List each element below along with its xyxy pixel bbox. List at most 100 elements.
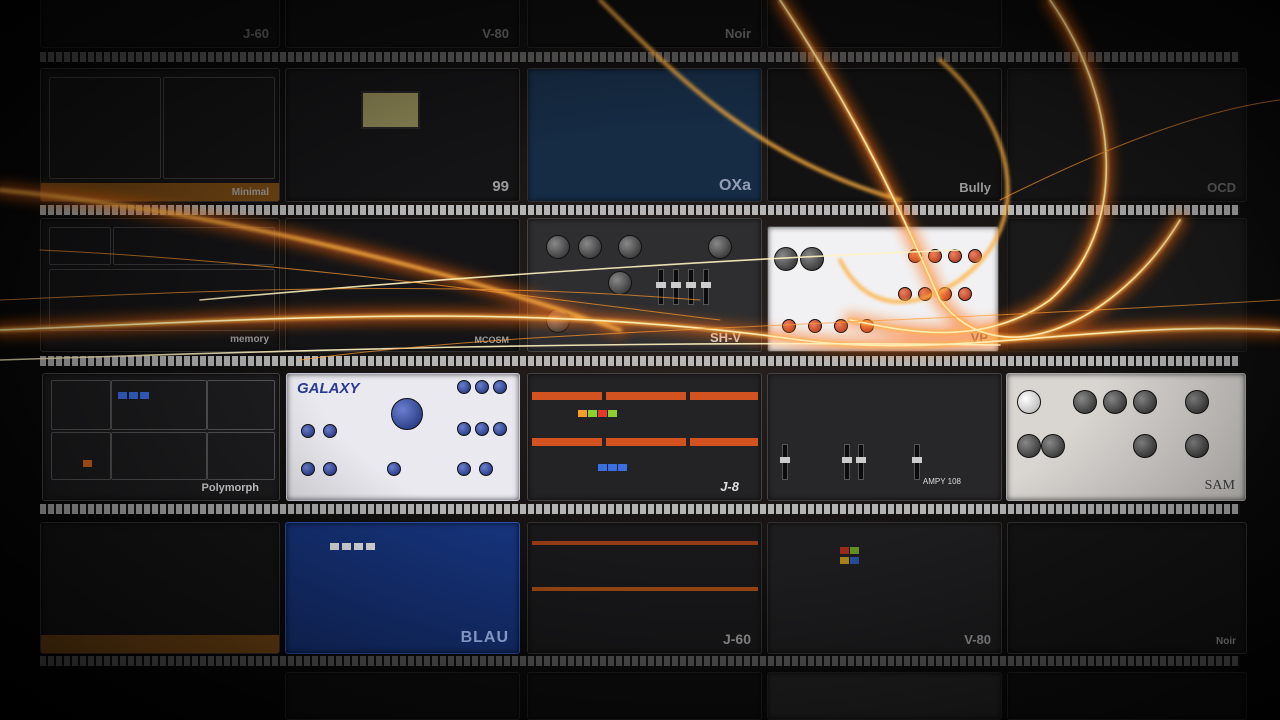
section-header [606,438,686,446]
fader[interactable] [671,269,681,305]
knob[interactable] [1103,390,1127,414]
synth-name-label: OXa [718,177,751,194]
knob[interactable] [493,380,507,394]
led-button[interactable] [129,392,138,399]
synth-panel-oxa: OXa [527,68,762,202]
knob[interactable] [834,319,848,333]
knob[interactable] [808,319,822,333]
led-button[interactable] [608,410,617,417]
fader[interactable] [842,444,852,480]
knob[interactable] [618,235,642,259]
knob[interactable] [323,462,337,476]
fader[interactable] [701,269,711,305]
knob[interactable] [391,398,423,430]
knob[interactable] [457,462,471,476]
led-button[interactable] [608,464,617,471]
synth-panel-memorymoog: memory [40,218,280,352]
knob[interactable] [1041,434,1065,458]
section-header [690,392,758,400]
knob[interactable] [323,424,337,438]
knob[interactable] [457,422,471,436]
knob[interactable] [898,287,912,301]
led-button[interactable] [840,547,849,554]
led-button[interactable] [618,464,627,471]
synth-panel-bottom-3 [767,672,1002,720]
synth-name-label: J-60 [722,631,751,647]
knob[interactable] [475,422,489,436]
knob[interactable] [1185,390,1209,414]
fader[interactable] [686,269,696,305]
knob[interactable] [958,287,972,301]
keyboard-strip [40,205,1240,215]
knob[interactable] [908,249,922,263]
synth-name-label: 99 [492,178,509,195]
synth-panel-ampy: AMPY 108 [767,373,1002,501]
knob[interactable] [918,287,932,301]
knob[interactable] [493,422,507,436]
led-button[interactable] [850,557,859,564]
led-button[interactable] [118,392,127,399]
knob[interactable] [1073,390,1097,414]
knob[interactable] [782,319,796,333]
synth-panel-top-4 [767,0,1002,48]
knob[interactable] [578,235,602,259]
synth-panel-minimal: Minimal [40,68,280,202]
knob[interactable] [1017,390,1041,414]
control-section [207,380,275,430]
knob[interactable] [708,235,732,259]
led-button[interactable] [840,557,849,564]
keyboard-strip [40,52,1240,62]
knob[interactable] [928,249,942,263]
knob[interactable] [608,271,632,295]
knob[interactable] [800,247,824,271]
synth-panel-v80: V-80 [767,522,1002,654]
knob[interactable] [457,380,471,394]
synth-name-label: VP [970,330,988,345]
control-section [207,432,275,480]
knob[interactable] [1133,390,1157,414]
synth-name-label: Minimal [231,187,269,198]
led-button[interactable] [578,410,587,417]
knob[interactable] [1017,434,1041,458]
knob[interactable] [387,462,401,476]
led-button[interactable] [342,543,351,550]
knob[interactable] [546,235,570,259]
knob[interactable] [301,424,315,438]
led-button[interactable] [330,543,339,550]
knob[interactable] [546,309,570,333]
knob[interactable] [1185,434,1209,458]
led-button[interactable] [366,543,375,550]
led-button[interactable] [83,460,92,467]
knob[interactable] [968,249,982,263]
section-header [532,541,758,545]
knob[interactable] [948,249,962,263]
knob[interactable] [475,380,489,394]
led-button[interactable] [598,410,607,417]
knob[interactable] [479,462,493,476]
synth-panel-bottom-4 [1007,672,1247,720]
knob[interactable] [860,319,874,333]
fader[interactable] [912,444,922,480]
led-button[interactable] [140,392,149,399]
synth-panel-polymorph: Polymorph [42,373,280,501]
synth-panel-blau: BLAU [285,522,520,654]
led-button[interactable] [598,464,607,471]
synth-panel-right-cut [1007,218,1247,352]
fader[interactable] [856,444,866,480]
synth-name-label: SH-V [709,330,741,345]
synth-panel-noir-top: Noir [527,0,762,48]
section-header [532,587,758,591]
fader[interactable] [656,269,666,305]
synth-name-label: BLAU [460,629,509,646]
led-button[interactable] [850,547,859,554]
synth-panel-ocd: OCD [1007,68,1247,202]
knob[interactable] [1133,434,1157,458]
knob[interactable] [301,462,315,476]
fader[interactable] [780,444,790,480]
knob[interactable] [938,287,952,301]
led-button[interactable] [588,410,597,417]
led-button[interactable] [354,543,363,550]
synth-panel-j60-top: J-60 [40,0,280,48]
knob[interactable] [774,247,798,271]
synth-name-label: MCOSM [474,335,510,345]
